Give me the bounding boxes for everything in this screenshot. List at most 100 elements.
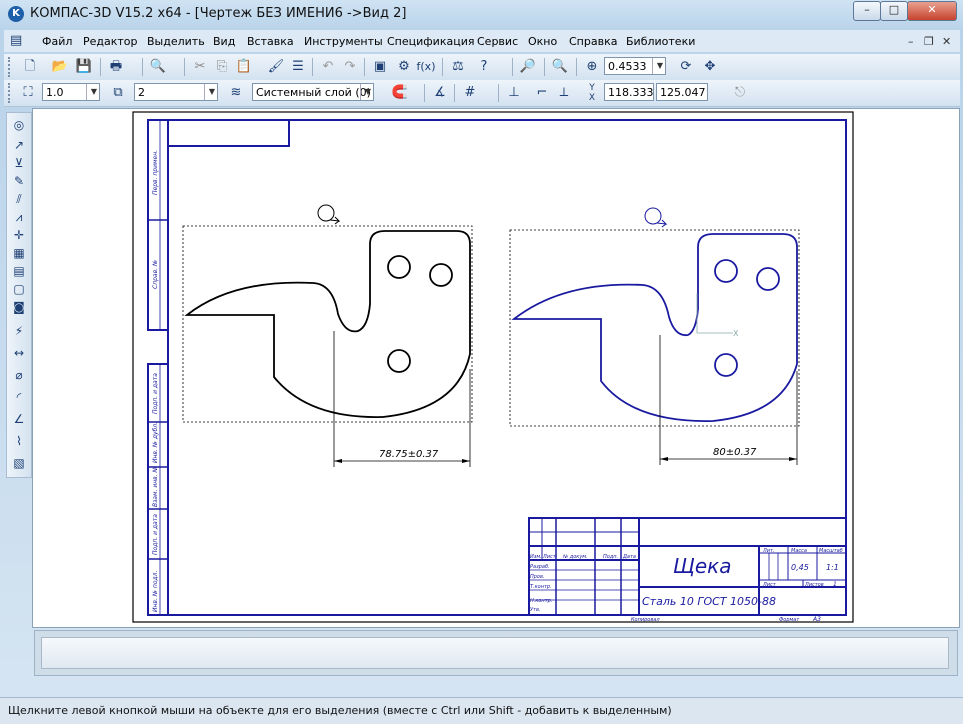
side-label: Справ. № — [152, 260, 159, 289]
menu-window[interactable]: Окно — [528, 35, 557, 48]
cut-icon[interactable]: ✂ — [190, 57, 210, 77]
toolbar-grip[interactable] — [8, 83, 14, 103]
specification-icon[interactable]: ▤ — [9, 261, 29, 281]
zoom-in-icon[interactable]: ⊕ — [582, 57, 602, 77]
menu-tools[interactable]: Инструменты — [304, 35, 383, 48]
associative-views-icon[interactable]: ▦ — [9, 243, 29, 263]
zoom-dropdown-icon[interactable]: ▼ — [652, 58, 667, 74]
standard-toolbar: 🗋 📂 💾 🖶 🔍 ✂ ⎘ 📋 🖌 ☰ ↶ ↷ ▣ ⚙ f(x) ⚖ ? 🔎 🔍… — [4, 54, 960, 81]
menu-help[interactable]: Справка — [569, 35, 617, 48]
grid-icon[interactable]: # — [460, 83, 480, 103]
dimension-text: 80±0.37 — [713, 447, 757, 458]
zoom-all-icon[interactable]: 🔍 — [550, 57, 570, 77]
doc-restore-icon[interactable]: ❐ — [924, 35, 934, 48]
doc-close-icon[interactable]: ✕ — [942, 35, 951, 48]
zoom-window-icon[interactable]: 🔎 — [518, 57, 538, 77]
tb-label: Масса — [791, 548, 807, 554]
tb-label: Т.контр. — [530, 584, 552, 590]
round-mode-icon[interactable]: ⟂ — [554, 83, 574, 103]
break-line-icon[interactable]: ⌇ — [9, 431, 29, 451]
pan-icon[interactable]: ✥ — [700, 57, 720, 77]
menu-file[interactable]: Файл — [42, 35, 72, 48]
diameter-dimension-icon[interactable]: ⌀ — [9, 365, 29, 385]
menu-insert[interactable]: Вставка — [247, 35, 294, 48]
reports-icon[interactable]: ▢ — [9, 279, 29, 299]
view-dropdown-icon[interactable]: ▼ — [204, 84, 219, 100]
parametrization-icon[interactable]: ⫽ — [9, 189, 29, 209]
format-value: А3 — [812, 616, 821, 623]
format-label: Формат — [779, 617, 800, 623]
undo-icon[interactable]: ↶ — [318, 57, 338, 77]
layer-dropdown-icon[interactable]: ▼ — [360, 84, 375, 100]
orthogonal-icon[interactable]: ∡ — [430, 83, 450, 103]
hatch-icon[interactable]: ▧ — [9, 453, 29, 473]
property-panel — [34, 630, 958, 676]
layer-icon[interactable]: ≋ — [226, 83, 246, 103]
selection-icon[interactable]: ✛ — [9, 225, 29, 245]
menu-service[interactable]: Сервис — [477, 35, 518, 48]
tb-label: № докум. — [562, 554, 588, 560]
menu-select[interactable]: Выделить — [147, 35, 205, 48]
scale-icon[interactable]: ⛶ — [18, 83, 38, 103]
new-document-icon[interactable]: 🗋 — [20, 57, 40, 77]
line-scale-dropdown-icon[interactable]: ▼ — [86, 84, 101, 100]
minimize-button[interactable]: – — [853, 1, 881, 21]
snap-magnet-icon[interactable]: 🧲 — [390, 83, 410, 103]
radius-dimension-icon[interactable]: ◜ — [9, 387, 29, 407]
editing-icon[interactable]: ✎ — [9, 171, 29, 191]
save-icon[interactable]: 💾 — [74, 57, 94, 77]
doc-minimize-icon[interactable]: – — [908, 35, 914, 48]
stop-command-icon[interactable]: ⎋ — [730, 83, 750, 103]
drawing-workspace[interactable]: Перв. примен. Справ. № Подп. и дата Инв.… — [32, 108, 960, 628]
properties-icon[interactable]: ☰ — [288, 57, 308, 77]
tb-label: Изм. — [530, 554, 542, 560]
tb-label: Лист — [762, 582, 777, 588]
menu-view[interactable]: Вид — [213, 35, 235, 48]
paste-icon[interactable]: 📋 — [234, 57, 254, 77]
manager-icon[interactable]: ▣ — [370, 57, 390, 77]
current-state-toolbar: ⛶ 1.0 ▼ ⧉ 2 ▼ ≋ Системный слой (0) ▼ 🧲 ∡… — [4, 80, 960, 107]
layer-select[interactable]: Системный слой (0) — [252, 83, 374, 101]
tb-label: Листов — [804, 582, 824, 588]
redo-icon[interactable]: ↷ — [340, 57, 360, 77]
refresh-view-icon[interactable]: ⟳ — [676, 57, 696, 77]
help-pointer-icon[interactable]: ? — [474, 57, 494, 77]
side-label: Подп. и дата — [152, 373, 159, 414]
property-panel-bar[interactable] — [41, 637, 949, 669]
variables-icon[interactable]: ⚙ — [394, 57, 414, 77]
side-label: Взам. инв. № — [152, 466, 159, 507]
title-bar: K КОМПАС-3D V15.2 x64 - [Чертеж БЕЗ ИМЕН… — [0, 0, 963, 28]
auto-line-icon[interactable]: ⚡ — [9, 321, 29, 341]
menu-edit[interactable]: Редактор — [83, 35, 138, 48]
preview-icon[interactable]: 🔍 — [148, 57, 168, 77]
local-cs-icon[interactable]: ⊥ — [504, 83, 524, 103]
menu-libraries[interactable]: Библиотеки — [626, 35, 695, 48]
insert-icon[interactable]: ◙ — [9, 297, 29, 317]
part-scale: 1:1 — [826, 563, 839, 572]
print-icon[interactable]: 🖶 — [106, 57, 126, 77]
function-icon[interactable]: f(x) — [416, 57, 436, 77]
ortho-mode-icon[interactable]: ⌐ — [532, 83, 552, 103]
tb-label: Лит. — [762, 548, 775, 554]
open-folder-icon[interactable]: 📂 — [50, 57, 70, 77]
geometry-icon[interactable]: ◎ — [9, 115, 29, 135]
view-icon[interactable]: ⧉ — [108, 83, 128, 103]
copy-icon[interactable]: ⎘ — [212, 57, 232, 77]
dimensions-icon[interactable]: ↗ — [9, 135, 29, 155]
format-brush-icon[interactable]: 🖌 — [266, 57, 286, 77]
part-material: Сталь 10 ГОСТ 1050-88 — [642, 595, 776, 608]
measurements-icon[interactable]: ⩘ — [9, 207, 29, 227]
designations-icon[interactable]: ⊻ — [9, 153, 29, 173]
menu-specification[interactable]: Спецификация — [387, 35, 474, 48]
close-button[interactable]: ✕ — [907, 1, 957, 21]
window-title: КОМПАС-3D V15.2 x64 - [Чертеж БЕЗ ИМЕНИ6… — [30, 6, 407, 21]
document-icon[interactable]: ▤ — [10, 33, 22, 48]
angle-dimension-icon[interactable]: ∠ — [9, 409, 29, 429]
coord-x-field[interactable]: 118.333 — [604, 83, 654, 101]
measure-icon[interactable]: ⚖ — [448, 57, 468, 77]
linear-dimension-icon[interactable]: ↔ — [9, 343, 29, 363]
drawing-canvas[interactable]: Перв. примен. Справ. № Подп. и дата Инв.… — [33, 109, 959, 627]
toolbar-grip[interactable] — [8, 57, 14, 77]
coord-y-field[interactable]: 125.047 — [656, 83, 708, 101]
maximize-button[interactable]: □ — [880, 1, 908, 21]
